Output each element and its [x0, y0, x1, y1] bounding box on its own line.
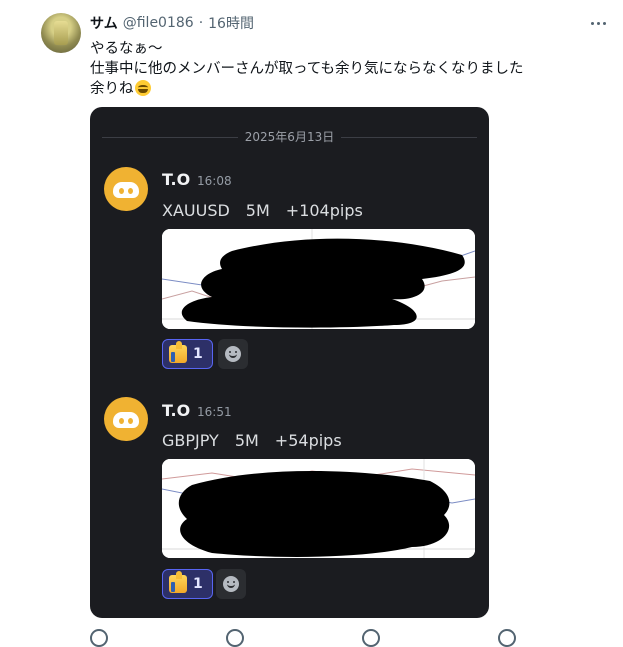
tweet-line: 余りね [90, 81, 134, 97]
avatar-image [54, 21, 68, 45]
add-reaction-button[interactable] [218, 339, 248, 369]
smiley-icon [223, 576, 239, 592]
more-options-icon[interactable] [588, 14, 608, 32]
reaction-count: 1 [193, 576, 203, 592]
chart-attachment [162, 459, 475, 558]
tweet-image-discord-screenshot[interactable]: 2025年6月13日 T.O 16:08 XAUUSD 5M +104pips [90, 107, 489, 618]
reaction-count: 1 [193, 346, 203, 362]
thumbs-up-icon [169, 341, 187, 363]
thumbs-up-reaction[interactable]: 1 [162, 339, 213, 369]
discord-avatar [104, 397, 148, 441]
message-author: T.O [162, 170, 191, 189]
smiley-icon [225, 346, 241, 362]
add-reaction-button[interactable] [216, 569, 246, 599]
user-avatar[interactable] [41, 13, 81, 53]
tweet-text: やるなぁ～ 仕事中に他のメンバーさんが取っても余り気にならなくなりました 余りね [90, 39, 524, 99]
message-text: GBPJPY 5M +54pips [162, 431, 342, 450]
discord-logo-icon [113, 410, 139, 429]
discord-avatar [104, 167, 148, 211]
message-text: XAUUSD 5M +104pips [162, 201, 363, 220]
timestamp[interactable]: 16時間 [208, 13, 254, 33]
message-time: 16:51 [197, 405, 232, 419]
user-handle[interactable]: @file0186 [123, 15, 194, 31]
date-divider: 2025年6月13日 [90, 128, 489, 145]
like-icon[interactable] [362, 629, 380, 647]
reply-icon[interactable] [90, 629, 108, 647]
tweet-header: サム @file0186 · 16時間 [90, 13, 254, 33]
separator: · [198, 15, 204, 31]
redacted-chart-image [162, 229, 475, 329]
grinning-emoji-icon [134, 80, 151, 96]
discord-logo-icon [113, 180, 139, 199]
redacted-chart-image [162, 459, 475, 558]
message-author: T.O [162, 401, 191, 420]
display-name[interactable]: サム [90, 13, 118, 33]
views-icon[interactable] [498, 629, 516, 647]
tweet-line-with-emoji: 余りね [90, 79, 524, 99]
message-time: 16:08 [197, 174, 232, 188]
retweet-icon[interactable] [226, 629, 244, 647]
tweet-line: 仕事中に他のメンバーさんが取っても余り気にならなくなりました [90, 61, 524, 77]
thumbs-up-reaction[interactable]: 1 [162, 569, 213, 599]
tweet-line: やるなぁ～ [90, 41, 163, 57]
chart-attachment [162, 229, 475, 329]
tweet-action-bar [90, 629, 516, 647]
thumbs-up-icon [169, 571, 187, 593]
